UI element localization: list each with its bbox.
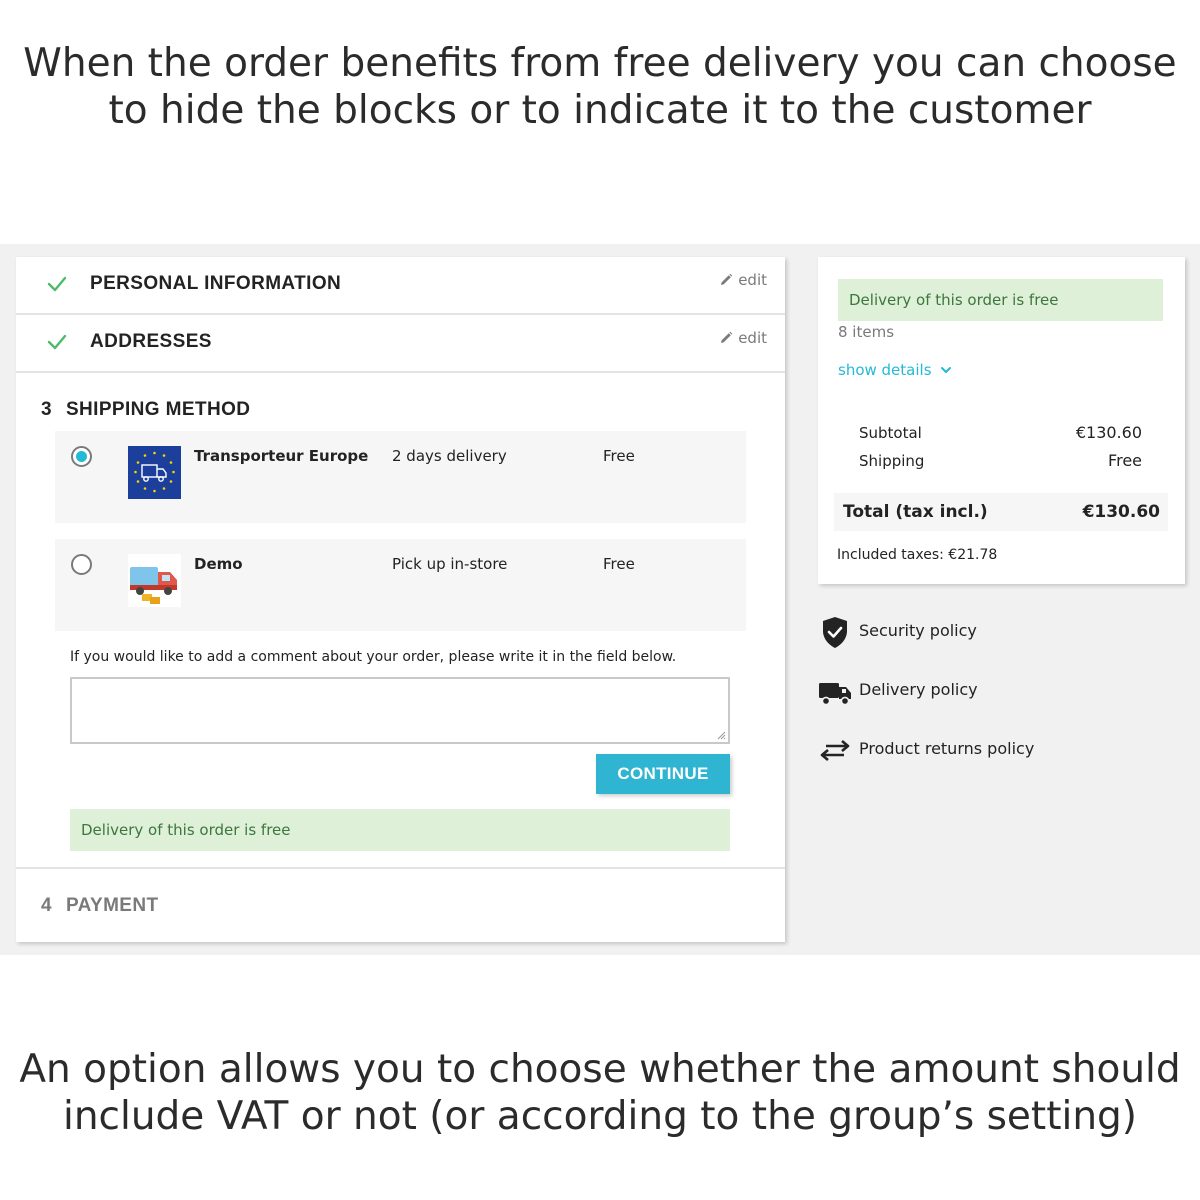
carrier-price: Free — [603, 447, 635, 465]
exchange-arrows-icon — [820, 740, 850, 761]
step-divider — [16, 867, 785, 869]
top-caption-line-1: When the order benefits from free delive… — [23, 41, 1177, 86]
items-count: 8 items — [838, 323, 895, 341]
included-taxes: Included taxes: €21.78 — [837, 547, 998, 563]
step-title: PERSONAL INFORMATION — [90, 273, 342, 294]
step-number: 3 — [41, 399, 52, 420]
step-addresses[interactable]: ADDRESSES edit — [16, 315, 785, 373]
reassurance-returns: Product returns policy — [818, 733, 1118, 769]
checkout-steps: PERSONAL INFORMATION edit ADDRESSES edit… — [16, 257, 785, 942]
total-value: €130.60 — [1082, 502, 1160, 522]
bottom-caption-line-2: include VAT or not (or according to the … — [62, 1094, 1138, 1139]
subtotal-label: Subtotal — [859, 424, 922, 442]
chevron-down-icon — [940, 367, 951, 373]
check-icon — [47, 334, 67, 350]
bottom-caption-line-1: An option allows you to choose whether t… — [19, 1047, 1181, 1092]
step-number: 4 — [41, 895, 52, 916]
top-caption-line-2: to hide the blocks or to indicate it to … — [108, 88, 1092, 133]
step-title: PAYMENT — [65, 895, 159, 916]
shipping-label: Shipping — [859, 452, 925, 470]
free-delivery-notice: Delivery of this order is free — [838, 279, 1163, 321]
reassurance-delivery: Delivery policy — [818, 674, 1118, 710]
shipping-value: Free — [1108, 451, 1142, 470]
carrier-price: Free — [603, 555, 635, 573]
edit-label: edit — [738, 271, 767, 289]
step-title: SHIPPING METHOD — [65, 399, 251, 420]
delivery-truck-icon — [128, 554, 181, 607]
edit-label: edit — [738, 329, 767, 347]
carrier-option-transporteur-europe[interactable]: Transporteur Europe 2 days delivery Free — [55, 431, 746, 523]
show-details-link[interactable]: show details — [838, 361, 952, 379]
carrier-delay: Pick up in-store — [392, 555, 508, 573]
continue-button[interactable]: CONTINUE — [596, 754, 730, 794]
carrier-name: Transporteur Europe — [194, 447, 369, 465]
delivery-policy-link[interactable]: Delivery policy — [859, 680, 978, 699]
shield-check-icon — [823, 617, 847, 648]
carrier-radio-selected[interactable] — [71, 446, 92, 467]
total-label: Total (tax incl.) — [843, 502, 988, 522]
total-row: Total (tax incl.) €130.60 — [834, 493, 1168, 531]
carrier-radio[interactable] — [71, 554, 92, 575]
free-delivery-notice: Delivery of this order is free — [70, 809, 730, 851]
order-comment-label: If you would like to add a comment about… — [70, 649, 677, 665]
carrier-name: Demo — [194, 555, 243, 573]
bottom-caption: An option allows you to choose whether t… — [0, 1046, 1200, 1140]
step-personal-information[interactable]: PERSONAL INFORMATION edit — [16, 257, 785, 315]
check-icon — [47, 276, 67, 292]
cart-summary: Delivery of this order is free 8 items s… — [818, 257, 1185, 584]
show-details-label: show details — [838, 361, 932, 379]
top-caption: When the order benefits from free delive… — [0, 40, 1200, 134]
edit-addresses-link[interactable]: edit — [719, 329, 767, 347]
security-policy-link[interactable]: Security policy — [859, 621, 977, 640]
order-comment-field[interactable] — [70, 677, 730, 744]
eu-truck-icon — [128, 446, 181, 499]
carrier-delay: 2 days delivery — [392, 447, 507, 465]
pencil-icon — [721, 273, 733, 285]
reassurance-security: Security policy — [818, 615, 1118, 651]
resize-grip-icon[interactable] — [716, 730, 726, 740]
pencil-icon — [721, 331, 733, 343]
subtotal-value: €130.60 — [1075, 423, 1142, 442]
carrier-option-demo[interactable]: Demo Pick up in-store Free — [55, 539, 746, 631]
product-returns-policy-link[interactable]: Product returns policy — [859, 739, 1034, 758]
truck-icon — [819, 683, 851, 706]
edit-personal-information-link[interactable]: edit — [719, 271, 767, 289]
step-payment[interactable]: 4 PAYMENT — [41, 895, 159, 917]
step-title: ADDRESSES — [90, 331, 212, 352]
shipping-method-heading: 3 SHIPPING METHOD — [41, 399, 250, 421]
